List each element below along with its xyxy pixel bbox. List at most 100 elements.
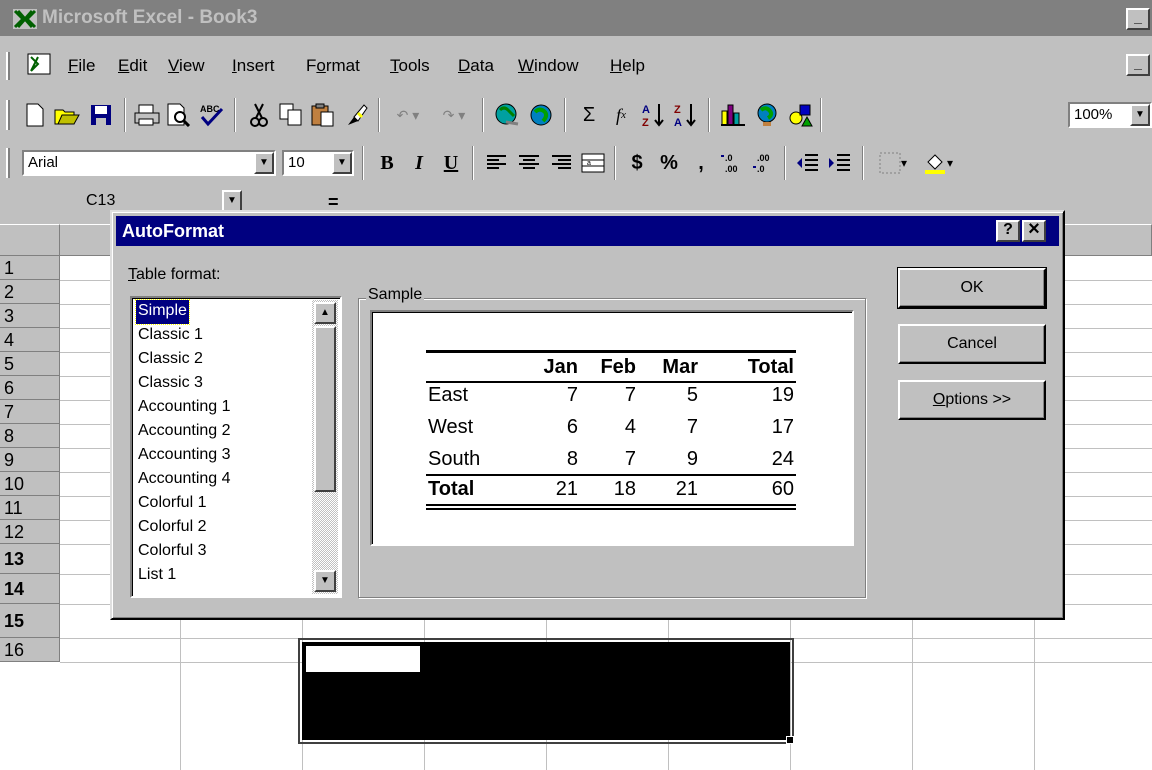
toolbar-separator <box>124 98 126 132</box>
save-icon[interactable] <box>86 100 116 130</box>
scroll-down-arrow-icon[interactable]: ▼ <box>314 570 336 592</box>
autosum-icon[interactable]: Σ <box>574 100 604 130</box>
menu-help[interactable]: Help <box>610 56 645 76</box>
decrease-decimal-icon[interactable]: .00.0 <box>750 148 780 178</box>
underline-button[interactable]: U <box>436 148 466 178</box>
menubar-grip[interactable] <box>6 52 10 80</box>
list-item[interactable]: Classic 2 <box>136 348 205 372</box>
row-header[interactable]: 15 <box>0 604 60 638</box>
row-header[interactable]: 3 <box>0 304 60 328</box>
fill-handle[interactable] <box>786 736 794 744</box>
increase-indent-icon[interactable] <box>824 148 854 178</box>
zoom-combo[interactable]: 100% ▼ <box>1068 102 1152 128</box>
list-item[interactable]: Accounting 3 <box>136 444 233 468</box>
print-icon[interactable] <box>132 100 162 130</box>
list-item[interactable]: Simple <box>135 299 190 325</box>
close-button[interactable]: × <box>1022 219 1046 242</box>
row-header[interactable]: 8 <box>0 424 60 448</box>
restore-button[interactable]: _ <box>1126 54 1150 76</box>
cancel-button[interactable]: Cancel <box>898 324 1046 364</box>
copy-icon[interactable] <box>276 100 306 130</box>
list-item[interactable]: List 1 <box>136 564 178 588</box>
paste-icon[interactable] <box>308 100 338 130</box>
drawing-icon[interactable] <box>786 100 816 130</box>
new-icon[interactable] <box>20 100 50 130</box>
currency-button[interactable]: $ <box>622 148 652 178</box>
row-header[interactable]: 5 <box>0 352 60 376</box>
menu-insert[interactable]: Insert <box>232 56 275 76</box>
map-icon[interactable] <box>752 100 782 130</box>
format-painter-icon[interactable] <box>340 100 370 130</box>
scroll-up-arrow-icon[interactable]: ▲ <box>314 302 336 324</box>
align-right-icon[interactable] <box>546 148 576 178</box>
row-header[interactable]: 1 <box>0 256 60 280</box>
scrollbar-thumb[interactable] <box>314 326 336 492</box>
menu-view[interactable]: View <box>168 56 205 76</box>
align-left-icon[interactable] <box>482 148 512 178</box>
toolbar-grip[interactable] <box>6 148 10 178</box>
borders-icon[interactable]: ▾ <box>870 148 916 178</box>
increase-decimal-icon[interactable]: .0.00 <box>718 148 748 178</box>
chevron-down-icon[interactable]: ▼ <box>1130 104 1150 126</box>
cut-icon[interactable] <box>244 100 274 130</box>
list-item[interactable]: Classic 3 <box>136 372 205 396</box>
fill-color-icon[interactable]: ▾ <box>918 148 958 178</box>
decrease-indent-icon[interactable] <box>792 148 822 178</box>
row-header[interactable]: 12 <box>0 520 60 544</box>
minimize-button[interactable]: _ <box>1126 8 1150 30</box>
row-header[interactable]: 2 <box>0 280 60 304</box>
menu-window[interactable]: Window <box>518 56 578 76</box>
menu-edit[interactable]: Edit <box>118 56 147 76</box>
options-button[interactable]: Options >> <box>898 380 1046 420</box>
table-format-listbox[interactable]: Simple Classic 1 Classic 2 Classic 3 Acc… <box>130 296 342 598</box>
scrollbar[interactable]: ▲ ▼ <box>312 300 338 594</box>
paste-function-icon[interactable]: fx <box>606 100 636 130</box>
row-header[interactable]: 11 <box>0 496 60 520</box>
chevron-down-icon[interactable]: ▼ <box>254 152 274 174</box>
row-header[interactable]: 10 <box>0 472 60 496</box>
row-header[interactable]: 16 <box>0 638 60 662</box>
print-preview-icon[interactable] <box>164 100 194 130</box>
row-header[interactable]: 7 <box>0 400 60 424</box>
ok-button[interactable]: OK <box>897 267 1047 309</box>
chevron-down-icon[interactable]: ▼ <box>222 190 242 212</box>
toolbar-grip[interactable] <box>6 100 10 130</box>
font-name-combo[interactable]: Arial ▼ <box>22 150 276 176</box>
undo-icon[interactable]: ↶ ▾ <box>386 100 430 130</box>
sort-ascending-icon[interactable]: AZ <box>638 100 668 130</box>
row-header[interactable]: 4 <box>0 328 60 352</box>
italic-button[interactable]: I <box>404 148 434 178</box>
list-item[interactable]: Accounting 4 <box>136 468 233 492</box>
web-toolbar-icon[interactable] <box>526 100 556 130</box>
chevron-down-icon[interactable]: ▼ <box>332 152 352 174</box>
font-size-combo[interactable]: 10 ▼ <box>282 150 354 176</box>
list-item[interactable]: Colorful 2 <box>136 516 208 540</box>
row-header[interactable]: 14 <box>0 574 60 604</box>
redo-icon[interactable]: ↷ ▾ <box>432 100 476 130</box>
comma-button[interactable]: , <box>686 148 716 178</box>
select-all-corner[interactable] <box>0 224 60 256</box>
merge-center-icon[interactable]: a <box>578 148 608 178</box>
align-center-icon[interactable] <box>514 148 544 178</box>
row-header[interactable]: 13 <box>0 544 60 574</box>
percent-button[interactable]: % <box>654 148 684 178</box>
menu-tools[interactable]: Tools <box>390 56 430 76</box>
list-item[interactable]: Colorful 3 <box>136 540 208 564</box>
menu-file[interactable]: File <box>68 56 95 76</box>
sort-descending-icon[interactable]: ZA <box>670 100 700 130</box>
open-icon[interactable] <box>52 100 82 130</box>
document-icon[interactable] <box>26 52 54 78</box>
row-header[interactable]: 9 <box>0 448 60 472</box>
insert-hyperlink-icon[interactable] <box>492 100 522 130</box>
spelling-icon[interactable]: ABC <box>196 100 226 130</box>
row-header[interactable]: 6 <box>0 376 60 400</box>
chart-wizard-icon[interactable] <box>718 100 748 130</box>
list-item[interactable]: Accounting 1 <box>136 396 233 420</box>
help-button[interactable]: ? <box>996 220 1020 242</box>
list-item[interactable]: Accounting 2 <box>136 420 233 444</box>
bold-button[interactable]: B <box>372 148 402 178</box>
menu-data[interactable]: Data <box>458 56 494 76</box>
list-item[interactable]: Classic 1 <box>136 324 205 348</box>
list-item[interactable]: Colorful 1 <box>136 492 208 516</box>
menu-format[interactable]: Format <box>306 56 360 76</box>
